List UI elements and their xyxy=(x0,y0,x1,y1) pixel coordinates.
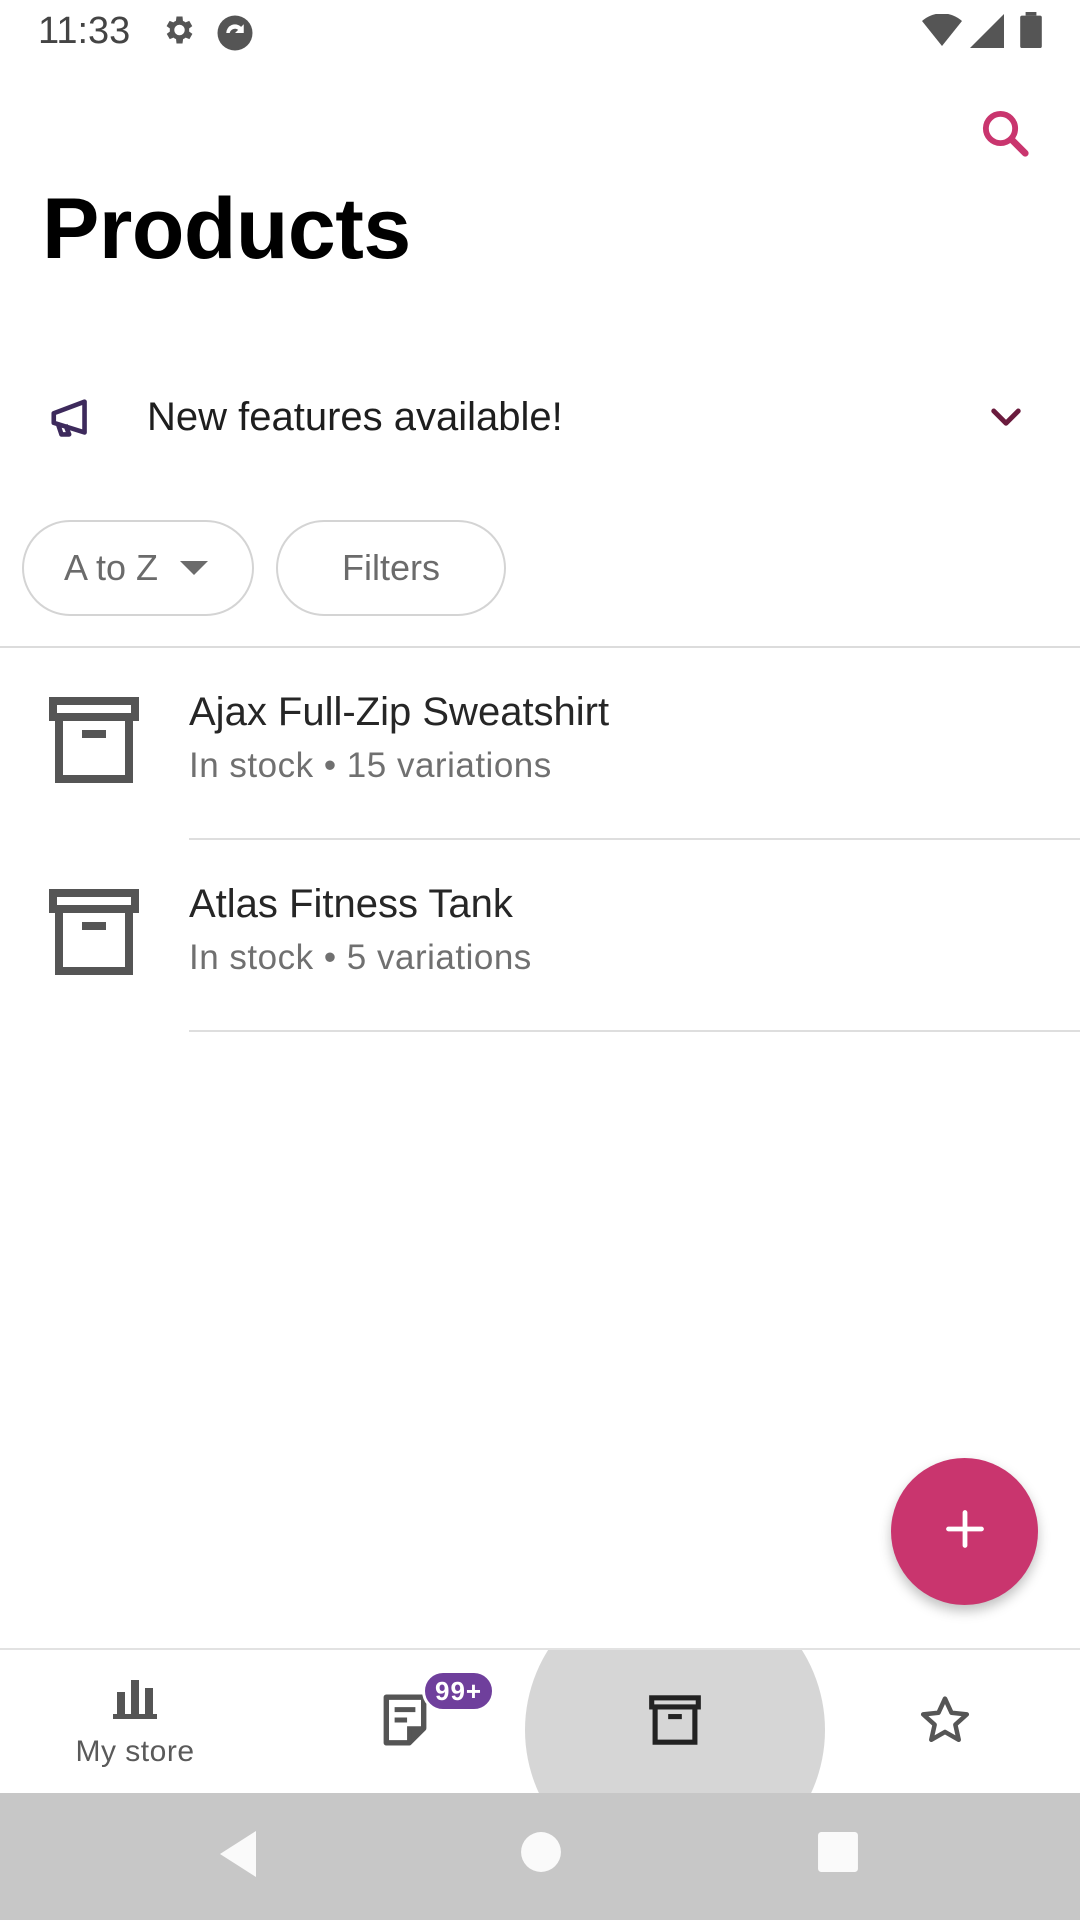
sync-icon xyxy=(214,12,256,59)
nav-item-my-store[interactable]: My store xyxy=(0,1650,270,1793)
products-box-icon xyxy=(648,1695,702,1750)
product-name: Ajax Full-Zip Sweatshirt xyxy=(189,690,610,734)
nav-item-products[interactable] xyxy=(540,1650,810,1793)
bar-chart-icon xyxy=(111,1676,159,1725)
status-bar: 11:33 xyxy=(0,0,1080,64)
product-row[interactable]: Atlas Fitness Tank In stock • 5 variatio… xyxy=(0,840,1080,1032)
orders-icon xyxy=(382,1693,428,1752)
sort-label: A to Z xyxy=(64,547,159,588)
filters-label: Filters xyxy=(342,547,440,588)
search-button[interactable] xyxy=(970,100,1040,170)
row-divider xyxy=(189,1030,1080,1032)
caret-down-icon xyxy=(180,561,209,575)
new-features-banner[interactable]: New features available! xyxy=(0,375,1080,465)
recents-icon[interactable] xyxy=(817,1831,859,1878)
bottom-navigation: My store 99+ xyxy=(0,1648,1080,1793)
plus-icon xyxy=(943,1507,987,1556)
nav-item-orders[interactable] xyxy=(270,1650,540,1793)
sort-chip[interactable]: A to Z xyxy=(22,520,254,616)
search-icon xyxy=(978,106,1032,165)
nav-label-my-store: My store xyxy=(75,1735,195,1768)
product-box-icon xyxy=(48,696,140,789)
home-icon[interactable] xyxy=(520,1831,562,1878)
gear-icon xyxy=(160,12,196,53)
banner-text: New features available! xyxy=(147,395,563,439)
back-icon[interactable] xyxy=(216,1829,260,1884)
wifi-icon xyxy=(922,13,962,53)
star-icon xyxy=(918,1693,972,1752)
product-stock-meta: In stock • 5 variations xyxy=(189,938,532,977)
filters-chip[interactable]: Filters xyxy=(276,520,506,616)
megaphone-icon xyxy=(48,397,98,446)
signal-icon xyxy=(970,14,1004,53)
battery-icon xyxy=(1020,12,1042,53)
orders-count-badge: 99+ xyxy=(422,1670,496,1712)
status-time: 11:33 xyxy=(38,10,131,52)
nav-item-reviews[interactable] xyxy=(810,1650,1080,1793)
product-name: Atlas Fitness Tank xyxy=(189,882,513,926)
product-box-icon xyxy=(48,888,140,981)
product-stock-meta: In stock • 15 variations xyxy=(189,746,552,785)
page-title: Products xyxy=(42,181,411,277)
product-row[interactable]: Ajax Full-Zip Sweatshirt In stock • 15 v… xyxy=(0,648,1080,840)
chevron-down-icon[interactable] xyxy=(985,397,1027,444)
add-product-button[interactable] xyxy=(891,1458,1038,1605)
system-navigation-bar xyxy=(0,1793,1080,1920)
